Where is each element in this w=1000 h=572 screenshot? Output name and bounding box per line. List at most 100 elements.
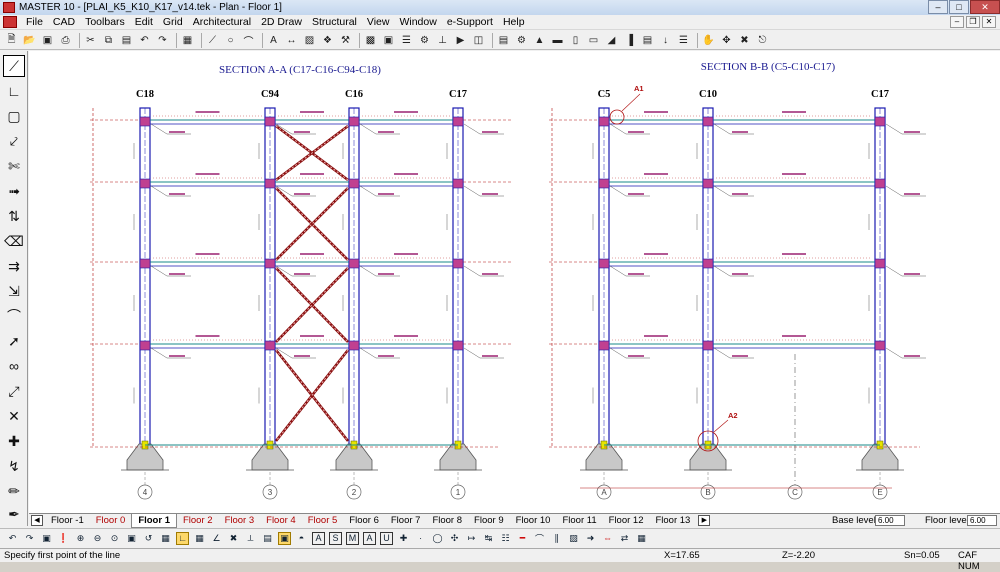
flip-icon[interactable]: ⇄	[618, 532, 631, 545]
new-icon[interactable]: 🗎	[4, 33, 19, 48]
report-icon[interactable]: ▤	[496, 33, 511, 48]
footing-icon[interactable]: ◢	[604, 33, 619, 48]
tab-floor-minus1[interactable]: Floor -1	[45, 514, 90, 527]
tools-icon[interactable]: ⚒	[338, 33, 353, 48]
tab-floor-11[interactable]: Floor 11	[556, 514, 602, 527]
save-icon[interactable]: ▣	[40, 33, 55, 48]
redraw-icon[interactable]: ▦	[159, 532, 172, 545]
print-icon[interactable]: ⎙	[58, 33, 73, 48]
doc-minimize-button[interactable]: –	[950, 16, 964, 28]
slab-icon[interactable]: ▭	[586, 33, 601, 48]
snap-a-icon[interactable]: A	[312, 531, 325, 545]
load-icon[interactable]: ↓	[658, 33, 673, 48]
minimize-button[interactable]: –	[928, 0, 948, 14]
symbol-icon[interactable]: ❖	[320, 33, 335, 48]
grid-icon[interactable]: ▦	[180, 33, 195, 48]
beam-icon[interactable]: ▬	[550, 33, 565, 48]
column-icon[interactable]: ▯	[568, 33, 583, 48]
menu-help[interactable]: Help	[498, 15, 530, 29]
layer-icon[interactable]: ▤	[261, 532, 274, 545]
tab-floor-4[interactable]: Floor 4	[260, 514, 302, 527]
menu-view[interactable]: View	[362, 15, 395, 29]
menu-cad[interactable]: CAD	[48, 15, 80, 29]
trim-tool-icon[interactable]: ✄	[3, 155, 25, 177]
tab-floor-12[interactable]: Floor 12	[603, 514, 650, 527]
tab-floor-9[interactable]: Floor 9	[468, 514, 510, 527]
doc-close-button[interactable]: ✕	[982, 16, 996, 28]
menu-structural[interactable]: Structural	[307, 15, 362, 29]
node-snap-icon[interactable]: ✖	[227, 532, 240, 545]
hand-icon[interactable]: ✋	[701, 33, 716, 48]
menu-edit[interactable]: Edit	[130, 15, 158, 29]
snap-s-icon[interactable]: S	[329, 531, 342, 545]
menu-architectural[interactable]: Architectural	[188, 15, 256, 29]
zoom-out-icon[interactable]: ⊖	[91, 532, 104, 545]
ortho-icon[interactable]: ∟	[176, 531, 189, 545]
copy-style-icon[interactable]: ☷	[499, 532, 512, 545]
arc-style-icon[interactable]: ⌒	[533, 532, 546, 545]
snap-tool-icon[interactable]: ✚	[3, 430, 25, 452]
floor-level-field[interactable]: 6.00	[967, 515, 997, 526]
point-icon[interactable]: ❗	[57, 532, 70, 545]
circle-icon[interactable]: ○	[223, 33, 238, 48]
mouse-icon[interactable]: ◯	[431, 532, 444, 545]
select-icon[interactable]: ▶	[453, 33, 468, 48]
measure-icon[interactable]: ↦	[465, 532, 478, 545]
zoom-all-icon[interactable]: ▣	[381, 33, 396, 48]
stretch-tool-icon[interactable]: ⇲	[3, 280, 25, 302]
offset-tool-icon[interactable]: ⇉	[3, 255, 25, 277]
zoom-previous-icon[interactable]: ↺	[142, 532, 155, 545]
paste-icon[interactable]: ▤	[119, 33, 134, 48]
text-icon[interactable]: A	[266, 33, 281, 48]
pen-tool-icon[interactable]: ✒	[3, 503, 25, 525]
tab-scroll-left-button[interactable]: ◀	[31, 515, 43, 526]
dimension-tool-icon[interactable]: ➟	[3, 180, 25, 202]
grid-snap-icon[interactable]: ▦	[193, 532, 206, 545]
tab-floor-1[interactable]: Floor 1	[131, 513, 177, 528]
scale-tool-icon[interactable]: ⤢	[3, 380, 25, 402]
settings-icon[interactable]: ⚙	[514, 33, 529, 48]
break-tool-icon[interactable]: ∞	[3, 355, 25, 377]
midpoint-icon[interactable]: ∙	[414, 532, 427, 545]
polyline-tool-icon[interactable]: ∟	[3, 80, 25, 102]
crosshair-icon[interactable]: ✣	[448, 532, 461, 545]
join-tool-icon[interactable]: ↯	[3, 455, 25, 477]
tab-floor-0[interactable]: Floor 0	[90, 514, 132, 527]
save-view-icon[interactable]: ▣	[40, 532, 53, 545]
cut-icon[interactable]: ✂	[83, 33, 98, 48]
snap-big-a-icon[interactable]: A	[363, 531, 376, 545]
fillet-tool-icon[interactable]: ⌒	[3, 305, 25, 327]
redo-icon[interactable]: ↷	[23, 532, 36, 545]
line-icon[interactable]: ⟋	[205, 33, 220, 48]
copy-icon[interactable]: ⧉	[101, 33, 116, 48]
menu-grid[interactable]: Grid	[158, 15, 188, 29]
dimension-icon[interactable]: ↔	[284, 33, 299, 48]
snap-u-icon[interactable]: U	[380, 531, 393, 545]
menu-window[interactable]: Window	[394, 15, 441, 29]
base-level-field[interactable]: 6.00	[875, 515, 905, 526]
tab-floor-6[interactable]: Floor 6	[343, 514, 385, 527]
rotate-tool-icon[interactable]: ✕	[3, 405, 25, 427]
close-button[interactable]: ✕	[970, 0, 1000, 14]
hatch-icon[interactable]: ▨	[302, 33, 317, 48]
split-icon[interactable]: ⇔	[601, 532, 614, 545]
layers-icon[interactable]: ☰	[399, 33, 414, 48]
tab-floor-8[interactable]: Floor 8	[426, 514, 468, 527]
menu-2d-draw[interactable]: 2D Draw	[256, 15, 307, 29]
open-icon[interactable]: 📂	[22, 33, 37, 48]
erase-tool-icon[interactable]: ⌫	[3, 230, 25, 252]
menu-e-support[interactable]: e-Support	[442, 15, 498, 29]
pan-icon[interactable]: ✥	[719, 33, 734, 48]
doc-restore-button[interactable]: ❐	[966, 16, 980, 28]
cad-drawing[interactable]: SECTION A-A (C17-C16-C94-C18) SECTION B-…	[29, 51, 1000, 513]
parallel-icon[interactable]: ∥	[550, 532, 563, 545]
zoom-extents-icon[interactable]: ▣	[125, 532, 138, 545]
tab-floor-13[interactable]: Floor 13	[649, 514, 696, 527]
tab-floor-3[interactable]: Floor 3	[219, 514, 261, 527]
tab-floor-2[interactable]: Floor 2	[177, 514, 219, 527]
undo-icon[interactable]: ↶	[137, 33, 152, 48]
zoom-window-icon[interactable]: ▩	[363, 33, 378, 48]
mirror-tool-icon[interactable]: ⇅	[3, 205, 25, 227]
zoom-in-icon[interactable]: ⊕	[74, 532, 87, 545]
measure-icon[interactable]: ⊥	[435, 33, 450, 48]
